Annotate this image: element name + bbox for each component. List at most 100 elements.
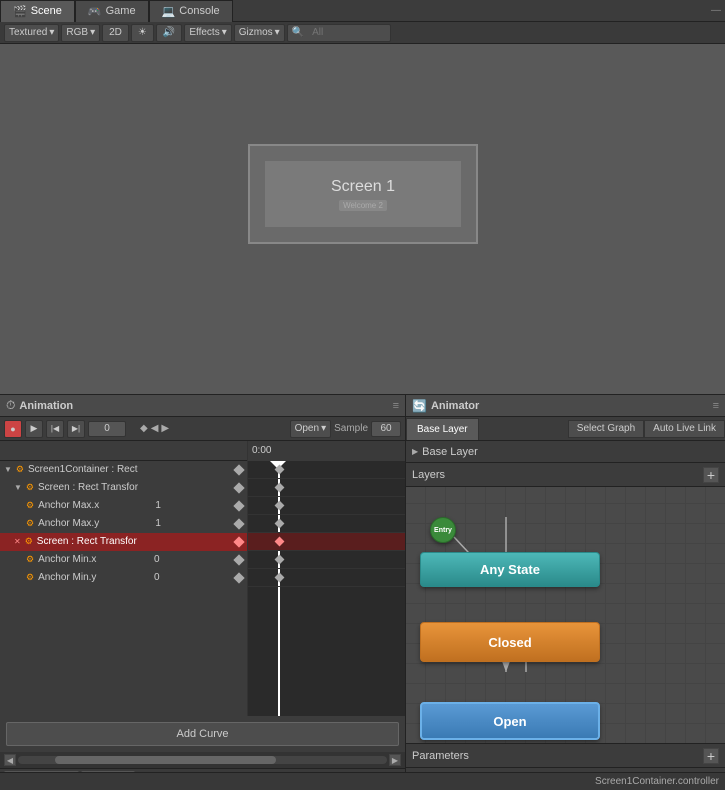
scroll-track[interactable] [18, 756, 387, 764]
bottom-panels: ⏱ Animation ≡ ● ▶ |◀ ▶| ◆ ◀ ▶ [0, 394, 725, 790]
hier-item-1[interactable]: ▼ ⚙ Screen : Rect Transfor [0, 479, 247, 497]
effects-dropdown[interactable]: Effects ▾ [184, 24, 231, 42]
animator-toolbar: Base Layer Select Graph Auto Live Link [406, 417, 725, 441]
sun-icon: ☀ [138, 27, 147, 38]
animator-icon: 🔄 [412, 399, 427, 413]
record-icon: ● [10, 424, 15, 434]
sample-input[interactable] [371, 421, 401, 437]
hier-icon-6: ⚙ [26, 572, 34, 583]
animator-panel-title: Animator [431, 400, 479, 412]
params-add-button[interactable]: + [703, 748, 719, 764]
keyframe-row-5 [248, 551, 405, 569]
select-graph-label: Select Graph [577, 423, 635, 434]
search-input[interactable] [306, 24, 386, 42]
search-bar[interactable]: 🔍 [287, 24, 391, 42]
kf-diamond-2 [275, 501, 285, 511]
kf-diamond-0 [275, 465, 285, 475]
open-state-node[interactable]: Open [420, 702, 600, 740]
time-input[interactable] [88, 421, 126, 437]
entry-state-node[interactable]: Entry [430, 517, 456, 543]
auto-live-link-label: Auto Live Link [653, 423, 716, 434]
record-button[interactable]: ● [4, 420, 22, 438]
closed-state-node[interactable]: Closed [420, 622, 600, 662]
add-curve-button[interactable]: Add Curve [6, 722, 399, 746]
next-frame-button[interactable]: ▶| [67, 420, 85, 438]
base-layer-tab[interactable]: Base Layer [406, 418, 479, 440]
two-d-button[interactable]: 2D [102, 24, 129, 42]
value-6: 0 [154, 572, 160, 583]
hier-label-3: Anchor Max.y [38, 518, 99, 529]
sun-button[interactable]: ☀ [131, 24, 154, 42]
closed-label: Closed [488, 635, 531, 650]
horizontal-scrollbar[interactable]: ◀ ▶ [0, 752, 405, 768]
hier-icon-4: ⚙ [25, 536, 33, 547]
animator-panel-menu[interactable]: ≡ [713, 400, 719, 412]
keyframe-4[interactable] [233, 536, 244, 547]
scene-toolbar: Textured ▾ RGB ▾ 2D ☀ 🔊 Effects ▾ Gizmos… [0, 22, 725, 44]
hier-item-2[interactable]: ⚙ Anchor Max.x 1 [0, 497, 247, 515]
layers-label: Layers [412, 469, 445, 481]
scroll-right-arrow[interactable]: ▶ [389, 754, 401, 766]
gizmos-dropdown[interactable]: Gizmos ▾ [234, 24, 285, 42]
scroll-left-arrow[interactable]: ◀ [4, 754, 16, 766]
sm-layer-header: ▶ Base Layer [406, 441, 725, 463]
select-graph-button[interactable]: Select Graph [568, 420, 644, 438]
animation-content: ▼ ⚙ Screen1Container : Rect ▼ ⚙ Screen :… [0, 461, 405, 716]
layers-section: Layers + [406, 463, 725, 487]
keyframe-0[interactable] [233, 464, 244, 475]
keyframe-1[interactable] [233, 482, 244, 493]
hier-item-4[interactable]: ✕ ⚙ Screen : Rect Transfor [0, 533, 247, 551]
keyframe-row-0 [248, 461, 405, 479]
animation-panel-menu[interactable]: ≡ [393, 400, 399, 412]
scroll-thumb [55, 756, 276, 764]
triangle-icon-0: ▼ [4, 465, 12, 474]
state-machine-canvas[interactable]: Entry Any State Closed Open [406, 487, 725, 743]
hier-item-5[interactable]: ⚙ Anchor Min.x 0 [0, 551, 247, 569]
audio-icon: 🔊 [163, 27, 175, 38]
timeline-keyframes[interactable] [248, 461, 405, 716]
layers-add-button[interactable]: + [703, 467, 719, 483]
keyframe-row-4 [248, 533, 405, 551]
any-state-node[interactable]: Any State [420, 552, 600, 587]
keyframe-3[interactable] [233, 518, 244, 529]
tab-scene-label: Scene [31, 5, 62, 17]
prev-frame-icon: |◀ [51, 424, 59, 433]
tab-game[interactable]: 🎮 Game [75, 0, 149, 22]
clip-dropdown[interactable]: Open ▾ [290, 420, 332, 438]
tab-console-label: Console [179, 5, 219, 17]
animation-panel-header: ⏱ Animation ≡ [0, 395, 405, 417]
rgb-chevron: ▾ [90, 27, 95, 38]
kf-diamond-6 [275, 573, 285, 583]
tab-console[interactable]: 💻 Console [149, 0, 233, 22]
value-3: 1 [155, 518, 161, 529]
keyframe-6[interactable] [233, 572, 244, 583]
hier-label-2: Anchor Max.x [38, 500, 99, 511]
keyframe-5[interactable] [233, 554, 244, 565]
rgb-dropdown[interactable]: RGB ▾ [61, 24, 100, 42]
play-button[interactable]: ▶ [25, 420, 43, 438]
hier-icon-5: ⚙ [26, 554, 34, 565]
effects-chevron: ▾ [222, 27, 227, 38]
prev-frame-button[interactable]: |◀ [46, 420, 64, 438]
kf-diamond-3 [275, 519, 285, 529]
params-label: Parameters [412, 750, 469, 762]
scene-viewport: Screen 1 Welcome 2 [0, 44, 725, 394]
tab-scene[interactable]: 🎬 Scene [0, 0, 75, 22]
kf-diamond-4 [275, 537, 285, 547]
keyframe-row-6 [248, 569, 405, 587]
hier-item-0[interactable]: ▼ ⚙ Screen1Container : Rect [0, 461, 247, 479]
textured-dropdown[interactable]: Textured ▾ [4, 24, 59, 42]
hier-label-6: Anchor Min.y [38, 572, 96, 583]
kf-diamond-1 [275, 483, 285, 493]
add-curve-area: Add Curve [0, 716, 405, 752]
hier-icon-0: ⚙ [16, 464, 24, 475]
hier-item-3[interactable]: ⚙ Anchor Max.y 1 [0, 515, 247, 533]
value-5: 0 [154, 554, 160, 565]
timeline-header: 0:00 [0, 441, 405, 461]
keyframe-2[interactable] [233, 500, 244, 511]
auto-live-link-button[interactable]: Auto Live Link [644, 420, 725, 438]
audio-button[interactable]: 🔊 [156, 24, 182, 42]
hier-item-6[interactable]: ⚙ Anchor Min.y 0 [0, 569, 247, 587]
console-icon: 💻 [162, 5, 176, 18]
kf-diamond-5 [275, 555, 285, 565]
